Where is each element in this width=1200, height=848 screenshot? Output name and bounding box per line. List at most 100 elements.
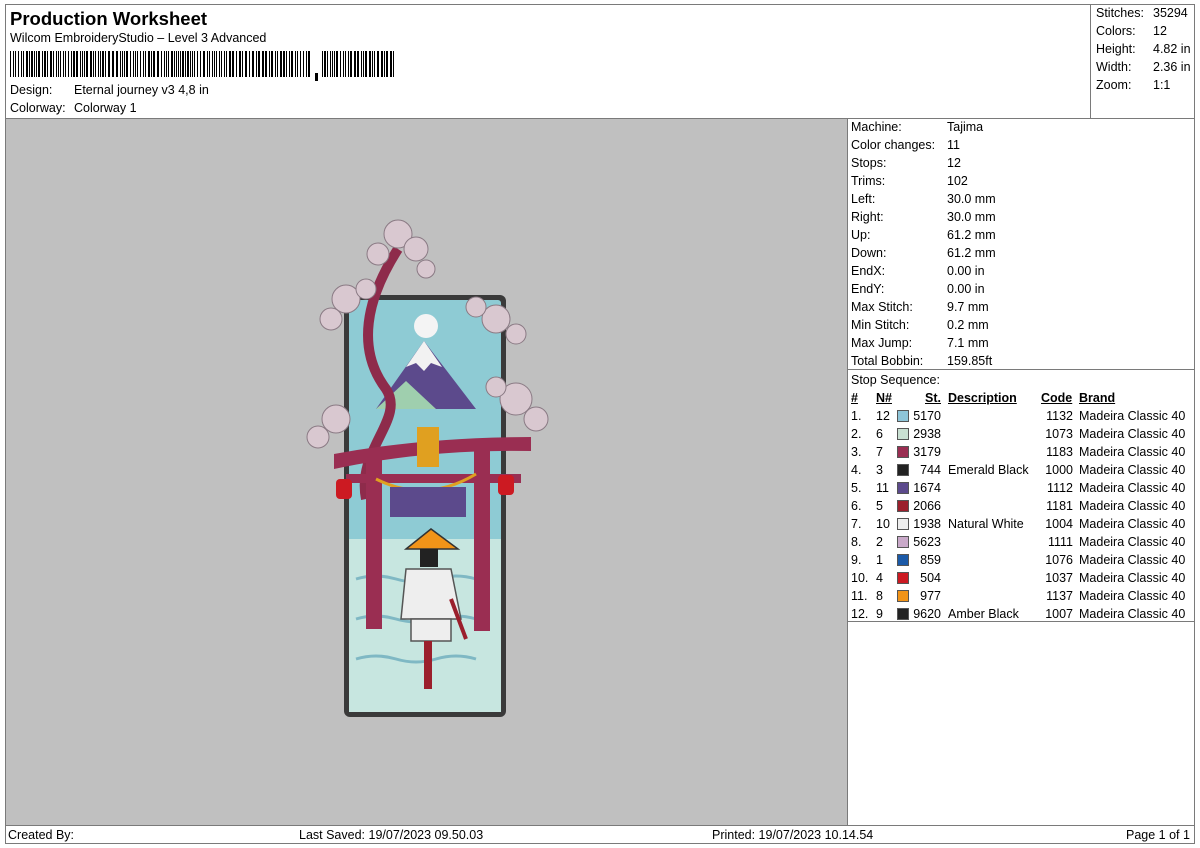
design-row: Design: Eternal journey v3 4,8 in: [10, 83, 209, 97]
thread-color-swatch: [897, 518, 909, 530]
machine-info-value: 0.00 in: [947, 264, 985, 278]
barcode-bar: [194, 51, 195, 77]
machine-info-row: EndY: 0.00 in: [851, 280, 1191, 298]
barcode-bar: [245, 51, 247, 77]
row-stitches: 2066: [913, 499, 941, 513]
row-brand: Madeira Classic 40: [1079, 589, 1186, 603]
row-index: 6.: [851, 499, 862, 513]
barcode-bar: [112, 51, 114, 77]
barcode-bar: [164, 51, 165, 77]
barcode-bar: [229, 51, 231, 77]
barcode-bar: [297, 51, 298, 77]
summary-stats: Stitches: 35294 Colors: 12 Height: 4.82 in …: [1090, 4, 1195, 118]
machine-info-value: 12: [947, 156, 961, 170]
stop-sequence-row: 1. 12 5170 1132 Madeira Classic 40: [848, 407, 1195, 425]
stop-sequence-header: # N# St. Description Code Brand: [848, 389, 1195, 407]
barcode-bar: [384, 51, 385, 77]
barcode-bar: [343, 51, 344, 77]
barcode-bar: [280, 51, 282, 77]
barcode-bar: [200, 51, 201, 77]
barcode-bar: [13, 51, 14, 77]
thread-color-swatch: [897, 482, 909, 494]
barcode-bar: [166, 51, 167, 77]
machine-info-value: Tajima: [947, 120, 984, 134]
barcode-bar: [137, 51, 138, 77]
barcode-bar: [73, 51, 75, 77]
barcode-bar: [262, 51, 264, 77]
barcode-bar: [303, 51, 304, 77]
barcode-bar: [120, 51, 121, 77]
barcode-bar: [348, 51, 349, 77]
row-code: 1004: [1045, 517, 1073, 531]
stop-sequence-row: 10. 4 504 1037 Madeira Classic 40: [848, 569, 1195, 587]
row-brand: Madeira Classic 40: [1079, 499, 1186, 513]
barcode-bar: [239, 51, 241, 77]
row-brand: Madeira Classic 40: [1079, 427, 1186, 441]
barcode-bar: [190, 51, 191, 77]
stat-stitches: Stitches: 35294: [1096, 6, 1188, 20]
stop-sequence-title: Stop Sequence:: [851, 373, 940, 387]
barcode-bar: [135, 51, 136, 77]
barcode-bar: [306, 51, 307, 77]
barcode-bar: [386, 51, 388, 77]
row-code: 1181: [1046, 499, 1073, 513]
stop-sequence-row: 11. 8 977 1137 Madeira Classic 40: [848, 587, 1195, 605]
thread-color-swatch: [897, 608, 909, 620]
barcode-bar: [265, 51, 267, 77]
machine-info-label: Total Bobbin:: [851, 354, 924, 368]
stat-width: Width: 2.36 in: [1096, 60, 1191, 74]
barcode-bar: [93, 51, 94, 77]
barcode-bar: [15, 51, 16, 77]
barcode-bar: [161, 51, 162, 77]
barcode-bar: [84, 51, 85, 77]
row-index: 1.: [851, 409, 862, 423]
row-index: 4.: [851, 463, 862, 477]
barcode-bar: [151, 51, 152, 77]
barcode-bar: [90, 51, 92, 77]
row-stitches: 744: [920, 463, 941, 477]
barcode-bar: [345, 51, 346, 77]
barcode-bar: [209, 51, 210, 77]
barcode-bar: [283, 51, 285, 77]
row-brand: Madeira Classic 40: [1079, 535, 1186, 549]
printed-date: Printed: 19/07/2023 10.14.54: [712, 828, 874, 842]
barcode-bar: [31, 51, 33, 77]
row-description: Natural White: [948, 517, 1024, 531]
machine-info-value: 11: [947, 138, 960, 152]
barcode-bar: [65, 51, 66, 77]
machine-info-row: Down: 61.2 mm: [851, 244, 1191, 262]
barcode-bar: [178, 51, 179, 77]
row-stitches: 5623: [913, 535, 941, 549]
machine-info-row: Color changes: 11: [851, 136, 1191, 154]
thread-color-swatch: [897, 590, 909, 602]
barcode-bar: [187, 51, 189, 77]
barcode-bar: [100, 51, 101, 77]
machine-info-value: 30.0 mm: [947, 210, 996, 224]
barcode-bar: [249, 51, 250, 77]
barcode-bar: [126, 51, 128, 77]
stop-sequence-row: 6. 5 2066 1181 Madeira Classic 40: [848, 497, 1195, 515]
machine-info-value: 9.7 mm: [947, 300, 989, 314]
machine-info-label: Max Stitch:: [851, 300, 913, 314]
row-stitches: 859: [920, 553, 941, 567]
barcode-bar: [197, 51, 198, 77]
row-description: Emerald Black: [948, 463, 1029, 477]
col-needle: N#: [876, 391, 892, 405]
design-preview: [6, 119, 847, 825]
barcode-bar: [171, 51, 173, 77]
machine-info-value: 159.85ft: [947, 354, 993, 368]
row-stitches: 504: [920, 571, 941, 585]
col-index: #: [851, 391, 858, 405]
machine-info-row: Total Bobbin: 159.85ft: [851, 352, 1191, 370]
barcode-bar: [185, 51, 186, 77]
stop-sequence-row: 2. 6 2938 1073 Madeira Classic 40: [848, 425, 1195, 443]
machine-info-label: Up:: [851, 228, 871, 242]
row-needle: 6: [876, 427, 883, 441]
barcode-bar: [340, 51, 341, 77]
barcode-bar: [63, 51, 64, 77]
barcode-bar: [322, 51, 323, 77]
row-code: 1073: [1045, 427, 1073, 441]
info-divider: [848, 369, 1195, 370]
sequence-divider: [848, 621, 1195, 622]
barcode-bar: [365, 51, 367, 77]
